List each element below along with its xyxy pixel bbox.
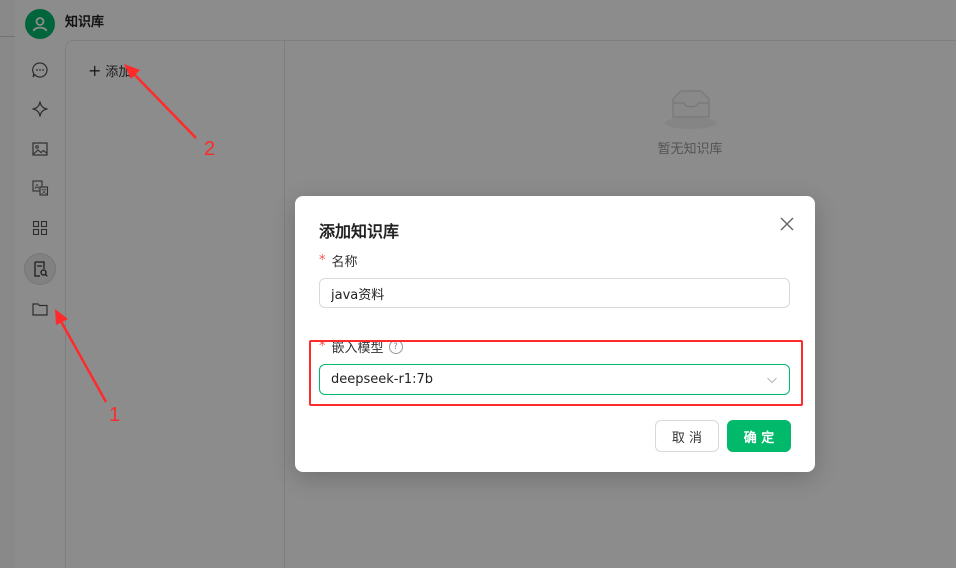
embedding-model-value: deepseek-r1:7b bbox=[331, 372, 434, 387]
name-input[interactable] bbox=[319, 278, 790, 308]
required-mark: * bbox=[319, 339, 326, 354]
annotation-label-1: 1 bbox=[109, 404, 121, 426]
cancel-button[interactable]: 取 消 bbox=[655, 420, 719, 452]
confirm-button[interactable]: 确 定 bbox=[727, 420, 791, 452]
model-label: * 嵌入模型 ? bbox=[319, 337, 403, 356]
chevron-down-icon bbox=[767, 377, 777, 383]
name-label-text: 名称 bbox=[331, 255, 358, 270]
close-button[interactable] bbox=[777, 214, 797, 234]
help-icon[interactable]: ? bbox=[388, 339, 403, 354]
close-icon bbox=[780, 217, 794, 231]
required-mark: * bbox=[319, 253, 326, 268]
name-label: * 名称 bbox=[319, 251, 358, 270]
modal-title: 添加知识库 bbox=[319, 222, 400, 241]
annotation-label-2: 2 bbox=[204, 138, 216, 160]
model-label-text: 嵌入模型 bbox=[331, 341, 384, 356]
add-knowledge-modal: 添加知识库 * 名称 * 嵌入模型 ? deepseek-r1:7b 取 消 确… bbox=[295, 196, 815, 472]
annotation-arrow-1 bbox=[56, 315, 108, 403]
annotation-arrow-2 bbox=[129, 69, 197, 139]
embedding-model-select[interactable]: deepseek-r1:7b bbox=[319, 364, 790, 395]
